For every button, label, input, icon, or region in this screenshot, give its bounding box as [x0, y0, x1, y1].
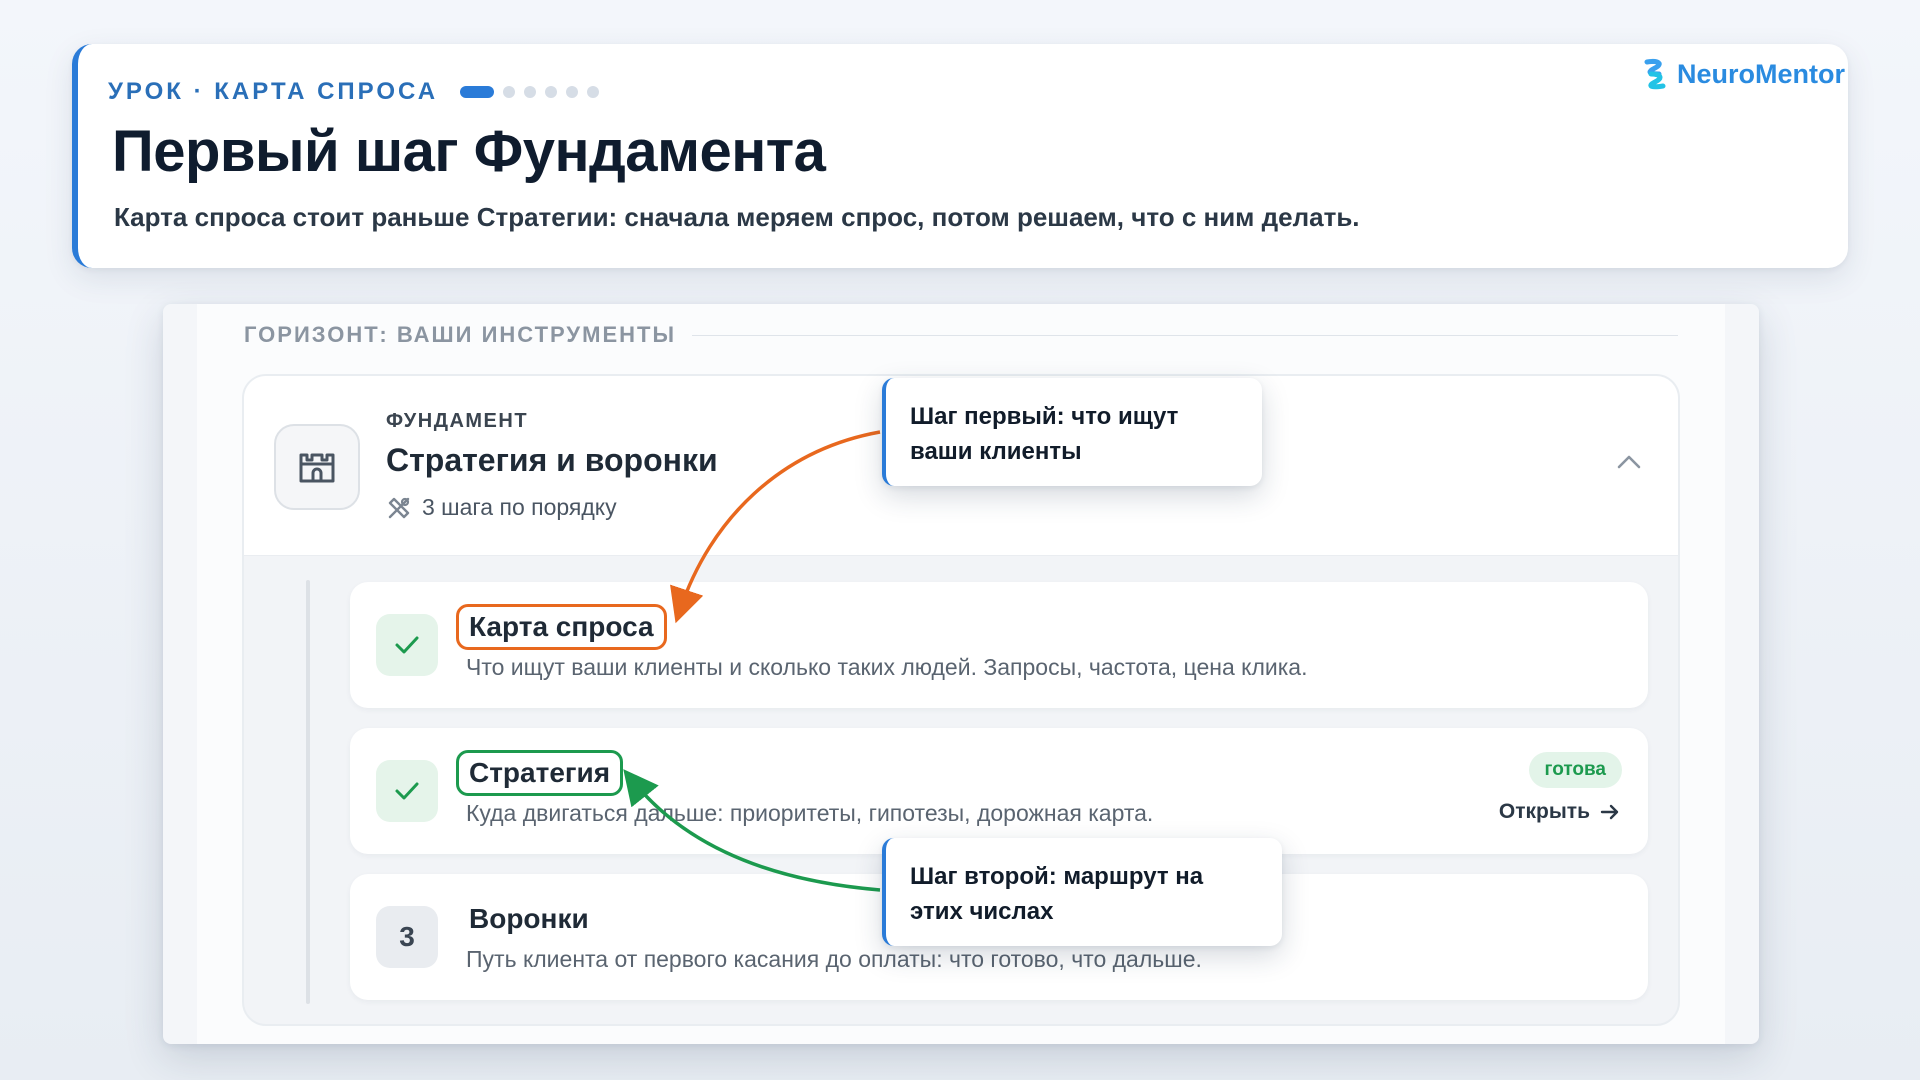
- progress-dots: [460, 86, 600, 98]
- step-description: Путь клиента от первого касания до оплат…: [466, 946, 1202, 972]
- step-title: Воронки: [469, 903, 589, 934]
- brand-name: NeuroMentor: [1677, 58, 1845, 89]
- progress-dot[interactable]: [566, 86, 579, 98]
- page-title: Первый шаг Фундамента: [112, 119, 826, 184]
- group-eyebrow: ФУНДАМЕНТ: [386, 410, 529, 432]
- check-icon: [395, 636, 419, 654]
- callout-step-one: Шаг первый: что ищут ваши клиенты: [882, 378, 1262, 486]
- neuromentor-logo-icon: [1644, 59, 1666, 90]
- status-badge: готова: [1528, 752, 1622, 788]
- section-heading-row: ГОРИЗОНТ: ВАШИ ИНСТРУМЕНТЫ: [244, 322, 1678, 348]
- progress-dot[interactable]: [503, 86, 516, 98]
- open-link-label: Открыть: [1498, 800, 1590, 823]
- step-title: Стратегия: [456, 750, 624, 796]
- section-divider: [691, 334, 1678, 336]
- progress-dot[interactable]: [545, 86, 558, 98]
- check-icon: [395, 782, 419, 800]
- arrow-right-icon: [1600, 804, 1619, 820]
- step-number-badge: 3: [376, 906, 438, 968]
- timeline-line: [306, 580, 310, 1004]
- castle-icon: [299, 453, 335, 483]
- tools-icon: [388, 497, 410, 518]
- step-done-badge: [376, 614, 438, 676]
- step-done-badge: [376, 760, 438, 822]
- group-icon-box: [274, 424, 360, 510]
- brand-logo: NeuroMentor: [1641, 58, 1845, 90]
- step-description: Куда двигаться дальше: приоритеты, гипот…: [466, 800, 1154, 826]
- group-meta: 3 шага по порядку: [386, 494, 617, 521]
- step-title: Карта спроса: [456, 604, 667, 650]
- lesson-kicker-row: УРОК · КАРТА СПРОСА: [108, 78, 600, 106]
- callout-step-two: Шаг второй: маршрут на этих числах: [882, 838, 1282, 946]
- section-heading: ГОРИЗОНТ: ВАШИ ИНСТРУМЕНТЫ: [244, 322, 676, 347]
- chevron-up-icon[interactable]: [1616, 454, 1642, 470]
- step-description: Что ищут ваши клиенты и сколько таких лю…: [466, 654, 1308, 680]
- progress-dot[interactable]: [587, 86, 600, 98]
- progress-dot-active[interactable]: [460, 86, 495, 98]
- lesson-kicker: УРОК · КАРТА СПРОСА: [108, 78, 439, 105]
- step-card-demand-map[interactable]: Карта спроса Что ищут ваши клиенты и ско…: [350, 582, 1648, 708]
- step-card-strategy[interactable]: Стратегия Куда двигаться дальше: приорит…: [350, 728, 1648, 854]
- progress-dot[interactable]: [524, 86, 537, 98]
- page-subtitle: Карта спроса стоит раньше Стратегии: сна…: [114, 202, 1360, 232]
- group-title: Стратегия и воронки: [386, 442, 718, 478]
- open-strategy-link[interactable]: Открыть: [1499, 800, 1620, 824]
- group-meta-text: 3 шага по порядку: [422, 494, 617, 520]
